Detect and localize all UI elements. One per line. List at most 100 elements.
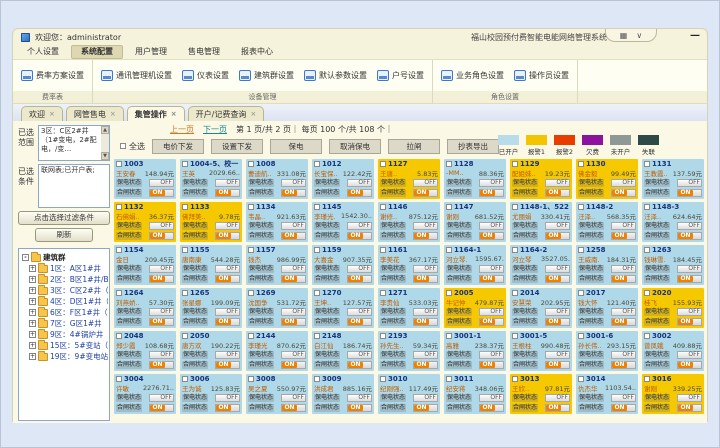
ribbon-button-户号设置[interactable]: 户号设置 bbox=[374, 68, 427, 83]
room-card[interactable]: 1258王威南.184.31元保电状态OFF合闸状态ON bbox=[576, 245, 638, 285]
tree-item[interactable]: +1区：A区1#井 bbox=[22, 263, 108, 274]
card-checkbox[interactable] bbox=[314, 290, 320, 296]
room-card[interactable]: 3016谢刚339.25元保电状态OFF合闸状态ON bbox=[642, 374, 704, 414]
card-checkbox[interactable] bbox=[578, 161, 584, 167]
tree-item[interactable]: +6区：F区1#井（F区1#… bbox=[22, 307, 108, 318]
room-card[interactable]: 2148白江仙186.74元保电状态OFF合闸状态ON bbox=[312, 331, 374, 371]
select-all-checkbox[interactable] bbox=[120, 143, 126, 149]
room-card[interactable]: 1263钱琳雪.184.45元保电状态OFF合闸状态ON bbox=[642, 245, 704, 285]
room-card[interactable]: 1130佛金毅99.49元保电状态OFF合闸状态ON bbox=[576, 159, 638, 199]
next-page-link[interactable]: 下一页 bbox=[203, 124, 227, 135]
grid-icon[interactable]: ▦ bbox=[620, 31, 628, 40]
selected-condition-box[interactable]: 联网表;已开户表; bbox=[38, 164, 110, 208]
card-checkbox[interactable] bbox=[446, 290, 452, 296]
room-card[interactable]: 2050唐方欢190.22元保电状态OFF合闸状态ON bbox=[180, 331, 242, 371]
expand-icon[interactable]: + bbox=[29, 320, 36, 327]
room-card[interactable]: 1161李美花367.17元保电状态OFF合闸状态ON bbox=[378, 245, 440, 285]
room-card[interactable]: 3013王欣..97.81元保电状态OFF合闸状态ON bbox=[510, 374, 572, 414]
room-card[interactable]: 1008曹迪航..331.08元保电状态OFF合闸状态ON bbox=[246, 159, 308, 199]
room-card[interactable]: 1270王坤..127.57元保电状态OFF合闸状态ON bbox=[312, 288, 374, 328]
room-card[interactable]: 1264刘燕娇..57.30元保电状态OFF合闸状态ON bbox=[114, 288, 176, 328]
card-checkbox[interactable] bbox=[182, 247, 188, 253]
ribbon-button-费率方案设置[interactable]: 费率方案设置 bbox=[18, 68, 87, 83]
card-checkbox[interactable] bbox=[578, 247, 584, 253]
room-card[interactable]: 1148-2汪泽..568.35元保电状态OFF合闸状态ON bbox=[576, 202, 638, 242]
room-card[interactable]: 1271李贵仙533.03元保电状态OFF合闸状态ON bbox=[378, 288, 440, 328]
card-checkbox[interactable] bbox=[380, 247, 386, 253]
room-card[interactable]: 1004-5、校一王英2029.66..保电状态OFF合闸状态ON bbox=[180, 159, 242, 199]
scroll-down-icon[interactable]: ▼ bbox=[101, 152, 109, 160]
ribbon-button-通讯管理机设置[interactable]: 通讯管理机设置 bbox=[98, 68, 175, 83]
room-card[interactable]: 1131王教霞..137.59元保电状态OFF合闸状态ON bbox=[642, 159, 704, 199]
room-card[interactable]: 2048郑少霞108.68元保电状态OFF合闸状态ON bbox=[114, 331, 176, 371]
filter-select-button[interactable]: 点击选择过滤条件 bbox=[18, 211, 110, 225]
tree-item[interactable]: +7区：G区1#井 bbox=[22, 318, 108, 329]
expand-icon[interactable]: + bbox=[29, 276, 36, 283]
room-card[interactable]: 2144李瑾光870.62元保电状态OFF合闸状态ON bbox=[246, 331, 308, 371]
card-checkbox[interactable] bbox=[314, 376, 320, 382]
card-checkbox[interactable] bbox=[512, 161, 518, 167]
ribbon-button-仪表设置[interactable]: 仪表设置 bbox=[179, 68, 232, 83]
chevron-down-icon[interactable]: ∨ bbox=[636, 31, 642, 40]
room-card[interactable]: 1003王安春148.94元保电状态OFF合闸状态ON bbox=[114, 159, 176, 199]
card-checkbox[interactable] bbox=[380, 376, 386, 382]
room-card[interactable]: 3006王为诚125.83元保电状态OFF合闸状态ON bbox=[180, 374, 242, 414]
tree-item[interactable]: +2区：B区1#井/B区1#… bbox=[22, 274, 108, 285]
room-card[interactable]: 2020桂飞155.93元保电状态OFF合闸状态ON bbox=[642, 288, 704, 328]
card-checkbox[interactable] bbox=[182, 161, 188, 167]
card-checkbox[interactable] bbox=[248, 161, 254, 167]
menu-item-系统配置[interactable]: 系统配置 bbox=[71, 45, 123, 59]
room-card[interactable]: 1128-MM..88.36元保电状态OFF合闸状态ON bbox=[444, 159, 506, 199]
card-checkbox[interactable] bbox=[446, 333, 452, 339]
expand-icon[interactable]: + bbox=[29, 265, 36, 272]
card-checkbox[interactable] bbox=[380, 204, 386, 210]
room-card[interactable]: 2193孙先生..59.34元保电状态OFF合闸状态ON bbox=[378, 331, 440, 371]
room-card[interactable]: 1265张星娜199.09元保电状态OFF合闸状态ON bbox=[180, 288, 242, 328]
minimize-button[interactable]: — bbox=[690, 30, 700, 41]
card-checkbox[interactable] bbox=[314, 247, 320, 253]
room-card[interactable]: 2005牛记仲479.87元保电状态OFF合闸状态ON bbox=[444, 288, 506, 328]
card-checkbox[interactable] bbox=[644, 333, 650, 339]
card-checkbox[interactable] bbox=[380, 290, 386, 296]
room-card[interactable]: 1127王唐..5.83元保电状态OFF合闸状态ON bbox=[378, 159, 440, 199]
card-checkbox[interactable] bbox=[248, 204, 254, 210]
room-card[interactable]: 1133佛拜美..9.78元保电状态OFF合闸状态ON bbox=[180, 202, 242, 242]
room-card[interactable]: 1155唐南康544.28元保电状态OFF合闸状态ON bbox=[180, 245, 242, 285]
card-checkbox[interactable] bbox=[644, 290, 650, 296]
card-checkbox[interactable] bbox=[248, 290, 254, 296]
expand-icon[interactable]: + bbox=[29, 353, 36, 360]
card-checkbox[interactable] bbox=[644, 247, 650, 253]
room-card[interactable]: 1129配姐妹..19.23元保电状态OFF合闸状态ON bbox=[510, 159, 572, 199]
card-checkbox[interactable] bbox=[116, 376, 122, 382]
card-checkbox[interactable] bbox=[116, 247, 122, 253]
card-checkbox[interactable] bbox=[512, 247, 518, 253]
select-all[interactable]: 全选 bbox=[120, 141, 145, 152]
room-card[interactable]: 1164-1河立琴.1595.67.保电状态OFF合闸状态ON bbox=[444, 245, 506, 285]
tab-close-icon[interactable]: × bbox=[49, 111, 55, 118]
card-checkbox[interactable] bbox=[578, 333, 584, 339]
room-card[interactable]: 3001-5王根柱990.48元保电状态OFF合闸状态ON bbox=[510, 331, 572, 371]
card-checkbox[interactable] bbox=[446, 376, 452, 382]
tree-item[interactable]: +15区：5#变站（3#变… bbox=[22, 340, 108, 351]
card-checkbox[interactable] bbox=[182, 290, 188, 296]
prev-page-link[interactable]: 上一页 bbox=[170, 124, 194, 135]
toolbar-button-设置下发[interactable]: 设置下发 bbox=[211, 139, 263, 154]
tree-item[interactable]: +9区：4#锅炉井（4#锅… bbox=[22, 329, 108, 340]
room-card[interactable]: 3001-6孙长伟..293.15元保电状态OFF合闸状态ON bbox=[576, 331, 638, 371]
tree-item[interactable]: +19区：9#变电站（2#… bbox=[22, 351, 108, 362]
card-checkbox[interactable] bbox=[380, 161, 386, 167]
room-card[interactable]: 1146谢修..875.12元保电状态OFF合闸状态ON bbox=[378, 202, 440, 242]
room-card[interactable]: 3004许敏2276.71..保电状态OFF合闸状态ON bbox=[114, 374, 176, 414]
expand-icon[interactable]: + bbox=[29, 331, 36, 338]
card-checkbox[interactable] bbox=[578, 204, 584, 210]
expand-icon[interactable]: + bbox=[29, 309, 36, 316]
room-card[interactable]: 1132石佛娟..36.37元保电状态OFF合闸状态ON bbox=[114, 202, 176, 242]
card-checkbox[interactable] bbox=[182, 204, 188, 210]
expand-icon[interactable]: + bbox=[29, 287, 36, 294]
card-checkbox[interactable] bbox=[578, 376, 584, 382]
card-checkbox[interactable] bbox=[512, 204, 518, 210]
card-checkbox[interactable] bbox=[248, 376, 254, 382]
card-checkbox[interactable] bbox=[116, 204, 122, 210]
card-checkbox[interactable] bbox=[380, 333, 386, 339]
range-scrollbar[interactable]: ▲▼ bbox=[101, 126, 109, 160]
